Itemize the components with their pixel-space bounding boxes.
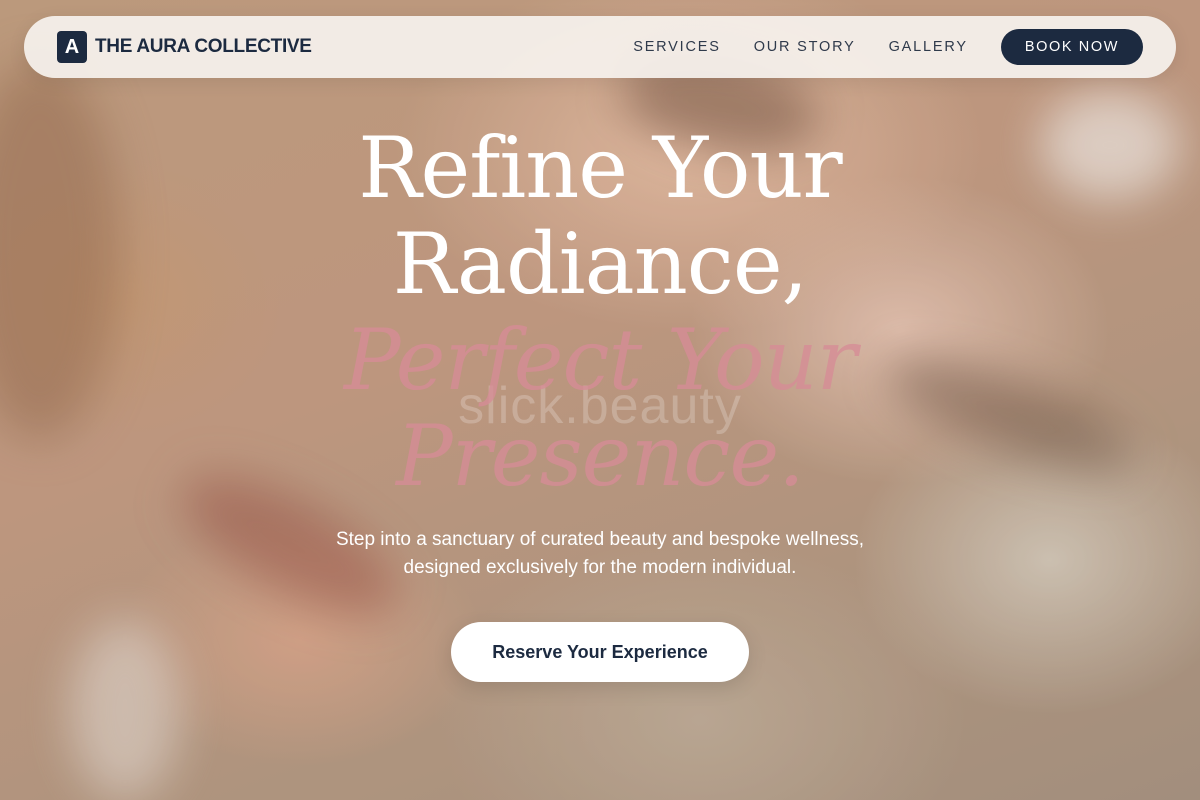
reserve-experience-button[interactable]: Reserve Your Experience (451, 622, 749, 682)
headline-line-1: Refine Your (358, 119, 842, 217)
hero-subtext: Step into a sanctuary of curated beauty … (335, 529, 865, 578)
headline-accent-line-1: Perfect Your (344, 311, 857, 409)
headline-line-2: Radiance, (392, 215, 809, 313)
hero-headline: Refine Your Radiance, Perfect Your Prese… (0, 120, 1200, 504)
hero-section: slick.beauty Refine Your Radiance, Perfe… (0, 0, 1200, 800)
headline-accent-line-2: Presence. (396, 407, 805, 505)
